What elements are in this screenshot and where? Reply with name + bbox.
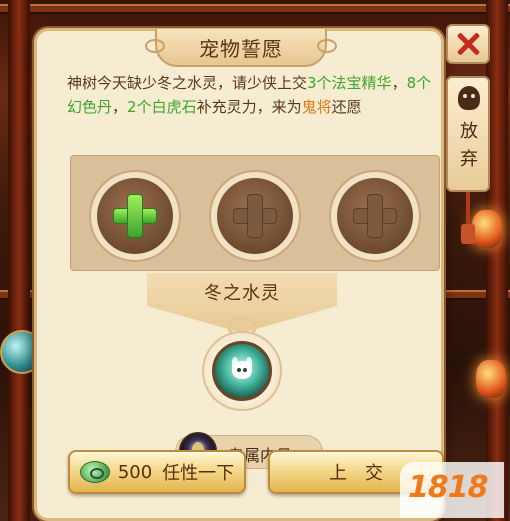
site-watermark: 1818 <box>400 462 504 518</box>
slot-inner <box>97 178 173 254</box>
plus-icon <box>233 194 277 238</box>
lantern-icon <box>472 210 502 248</box>
emote-face-icon <box>458 86 480 110</box>
submit-label: 上交 <box>329 463 401 484</box>
jade-coin-icon <box>79 461 110 483</box>
item-slot-3[interactable] <box>329 170 421 262</box>
reward-ring <box>202 331 282 411</box>
item-slot-area <box>70 155 440 271</box>
swirl-ornament-icon <box>145 39 165 53</box>
close-icon <box>456 32 480 56</box>
item-slot-1[interactable] <box>89 170 181 262</box>
npc-name: 鬼将 <box>301 98 332 116</box>
willful-label: 任性一下 <box>162 463 235 484</box>
cost-amount: 500 <box>117 461 153 483</box>
close-button[interactable] <box>446 24 490 64</box>
plus-icon <box>113 194 157 238</box>
vow-description: 神树今天缺少冬之水灵，请少侠上交3个法宝精华，8个幻色丹，2个白虎石补充灵力，来… <box>67 71 437 119</box>
watermark-text: 1818 <box>408 470 488 505</box>
title-plate: 宠物誓愿 <box>145 29 337 67</box>
desc-text: 神树今天缺少冬之水灵，请少侠上交 <box>67 74 308 92</box>
willful-button[interactable]: 500 任性一下 <box>68 450 246 494</box>
item-requirement: 3个法宝精华 <box>307 74 392 92</box>
dialog-title: 宠物誓愿 <box>199 36 283 61</box>
lantern-icon <box>476 360 506 398</box>
pillar <box>486 0 508 521</box>
pet-vow-dialog: 宠物誓愿 神树今天缺少冬之水灵，请少侠上交3个法宝精华，8个幻色丹，2个白虎石补… <box>34 28 444 521</box>
tassel-ornament <box>461 224 475 244</box>
water-spirit-icon[interactable] <box>212 341 272 401</box>
desc-text: ， <box>391 74 407 92</box>
item-requirement: 2个白虎石 <box>127 98 197 116</box>
give-up-label: 放弃 <box>460 121 478 170</box>
desc-text: 补充灵力，来为 <box>196 98 302 116</box>
give-up-button[interactable]: 放弃 <box>446 76 490 192</box>
swirl-ornament-icon <box>317 39 337 53</box>
desc-text: ， <box>112 98 128 116</box>
pillar <box>8 0 30 521</box>
slot-inner <box>217 178 293 254</box>
slot-inner <box>337 178 413 254</box>
plus-icon <box>353 194 397 238</box>
desc-text: 还愿 <box>331 98 362 116</box>
roof-beam <box>0 4 510 14</box>
item-slot-2[interactable] <box>209 170 301 262</box>
